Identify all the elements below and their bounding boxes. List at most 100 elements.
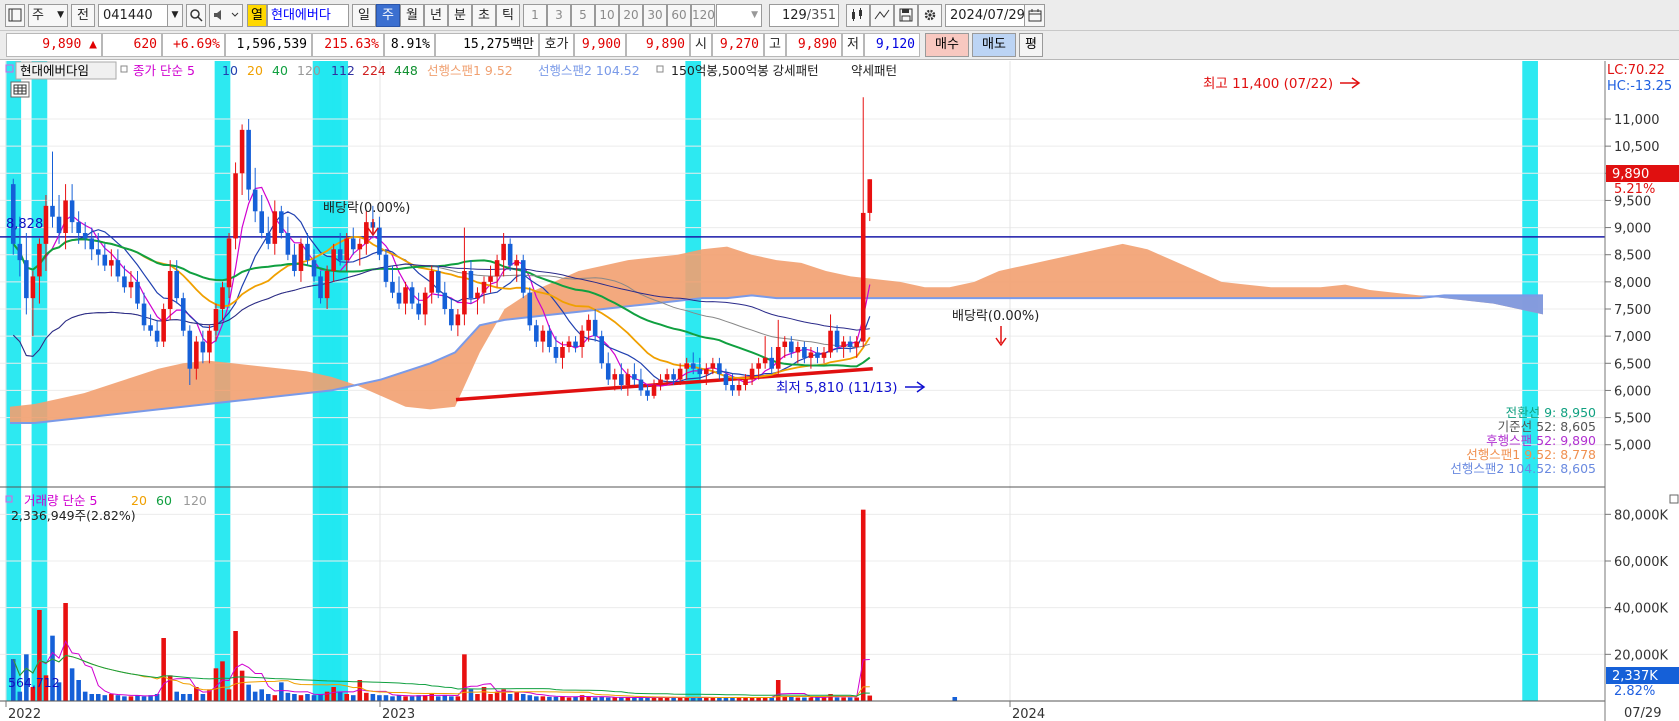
candle-body <box>815 352 820 358</box>
volume-bar <box>462 654 467 701</box>
highlight-band <box>1522 61 1538 701</box>
x-current-date: 07/29 <box>1624 706 1661 721</box>
volume-bar <box>769 697 774 701</box>
interval-20[interactable]: 20 <box>619 4 643 27</box>
candle-body <box>494 260 500 277</box>
tab-week[interactable]: 주 <box>376 4 400 27</box>
volume-legend-title: 거래량 단순 5 <box>24 493 97 508</box>
interval-1[interactable]: 1 <box>523 4 547 27</box>
open-price: 9,270 <box>712 33 764 57</box>
candle-body <box>311 260 317 277</box>
candle-body <box>95 249 101 255</box>
legend-ma448: 448 <box>394 63 418 78</box>
settings-button[interactable] <box>918 4 942 27</box>
volume-bar <box>17 691 23 701</box>
interval-custom-select[interactable]: ▼ <box>716 4 762 27</box>
save-button[interactable] <box>894 4 918 27</box>
tab-year[interactable]: 년 <box>424 4 448 27</box>
code-dropdown-button[interactable]: ▼ <box>168 4 183 27</box>
interval-30[interactable]: 30 <box>643 4 667 27</box>
volume-bar <box>553 696 559 701</box>
volume-bar <box>305 694 310 701</box>
candle-body <box>671 374 676 380</box>
candle-body <box>475 292 480 299</box>
candle-body <box>566 341 572 347</box>
candle-body <box>808 352 814 358</box>
high-price: 9,890 <box>786 33 842 57</box>
candle-body <box>298 243 304 271</box>
stock-code-input[interactable]: 041440 <box>98 4 168 27</box>
price-tick-label: 7,500 <box>1614 303 1651 318</box>
period-type-select[interactable]: 주 ▼ <box>28 4 68 27</box>
date-input[interactable]: 2024/07/29 <box>945 4 1025 27</box>
sell-button[interactable]: 매도 <box>972 33 1016 57</box>
candle-body <box>599 336 604 364</box>
tab-day[interactable]: 일 <box>352 4 376 27</box>
volume-bar <box>187 694 193 701</box>
interval-10[interactable]: 10 <box>595 4 619 27</box>
candle-body <box>841 341 846 347</box>
candle-body <box>547 330 552 347</box>
candle-body <box>717 363 722 375</box>
interval-120[interactable]: 120 <box>691 4 715 27</box>
candle-body <box>246 129 251 190</box>
search-button[interactable] <box>186 4 206 27</box>
candle-body <box>122 276 127 288</box>
volume-panel-close[interactable] <box>1669 494 1679 504</box>
volume-bar <box>534 696 539 701</box>
volume-bar <box>789 696 794 701</box>
current-price: 9,890 ▲ <box>6 33 102 57</box>
candle-body <box>514 260 519 266</box>
volume-bar <box>50 635 55 701</box>
tab-minute[interactable]: 분 <box>448 4 472 27</box>
tab-month[interactable]: 월 <box>400 4 424 27</box>
candle-body <box>730 385 735 391</box>
buy-button[interactable]: 매수 <box>925 33 969 57</box>
volume-bar <box>514 691 519 701</box>
candle-body <box>305 243 310 261</box>
interval-60[interactable]: 60 <box>667 4 691 27</box>
volume-bar <box>612 697 618 701</box>
lc-label: LC:70.22 <box>1607 63 1665 78</box>
chart-menu-button[interactable] <box>5 4 25 27</box>
candle-body <box>488 276 493 282</box>
candle-body <box>573 341 578 347</box>
page-counter[interactable]: 129/351 <box>769 4 839 27</box>
volume-bar <box>455 696 461 701</box>
candle-body <box>605 363 611 380</box>
sound-select[interactable] <box>209 4 243 27</box>
indicator-button[interactable] <box>846 4 870 27</box>
volume-bar <box>200 694 206 701</box>
drawing-button[interactable] <box>870 4 894 27</box>
volume-bar <box>285 692 291 701</box>
candle-body <box>860 212 866 342</box>
candle-body <box>318 276 323 299</box>
volume-bar <box>128 696 134 701</box>
volume-bar <box>723 697 729 701</box>
prev-button[interactable]: 전 <box>71 4 95 27</box>
candle-body <box>56 216 62 233</box>
stock-chart[interactable]: 5,000 5,500 6,000 6,500 7,000 7,500 8,000 8,500… <box>0 61 1679 721</box>
tab-second[interactable]: 초 <box>472 4 496 27</box>
legend-span2: 선행스팬2 104.52 <box>538 63 640 78</box>
candle-body <box>736 385 742 391</box>
volume-bar <box>547 696 552 701</box>
volume-value: 1,596,539 <box>225 33 312 57</box>
interval-5[interactable]: 5 <box>571 4 595 27</box>
candle-body <box>416 303 421 315</box>
avg-button[interactable]: 평 <box>1019 33 1043 57</box>
tab-tick[interactable]: 틱 <box>496 4 520 27</box>
price-tick-label: 6,000 <box>1614 384 1651 399</box>
candle-body <box>115 260 121 277</box>
volume-bar <box>651 697 657 701</box>
volume-bar <box>821 697 827 701</box>
candle-body <box>749 368 755 380</box>
volume-bar <box>625 697 631 701</box>
interval-3[interactable]: 3 <box>547 4 571 27</box>
legend-ma224: 224 <box>362 63 386 78</box>
volume-bar <box>233 631 238 701</box>
calendar-button[interactable] <box>1025 4 1045 27</box>
favorite-button[interactable]: 열 <box>247 4 267 27</box>
candle-body <box>795 347 801 353</box>
candle-body <box>651 385 657 396</box>
